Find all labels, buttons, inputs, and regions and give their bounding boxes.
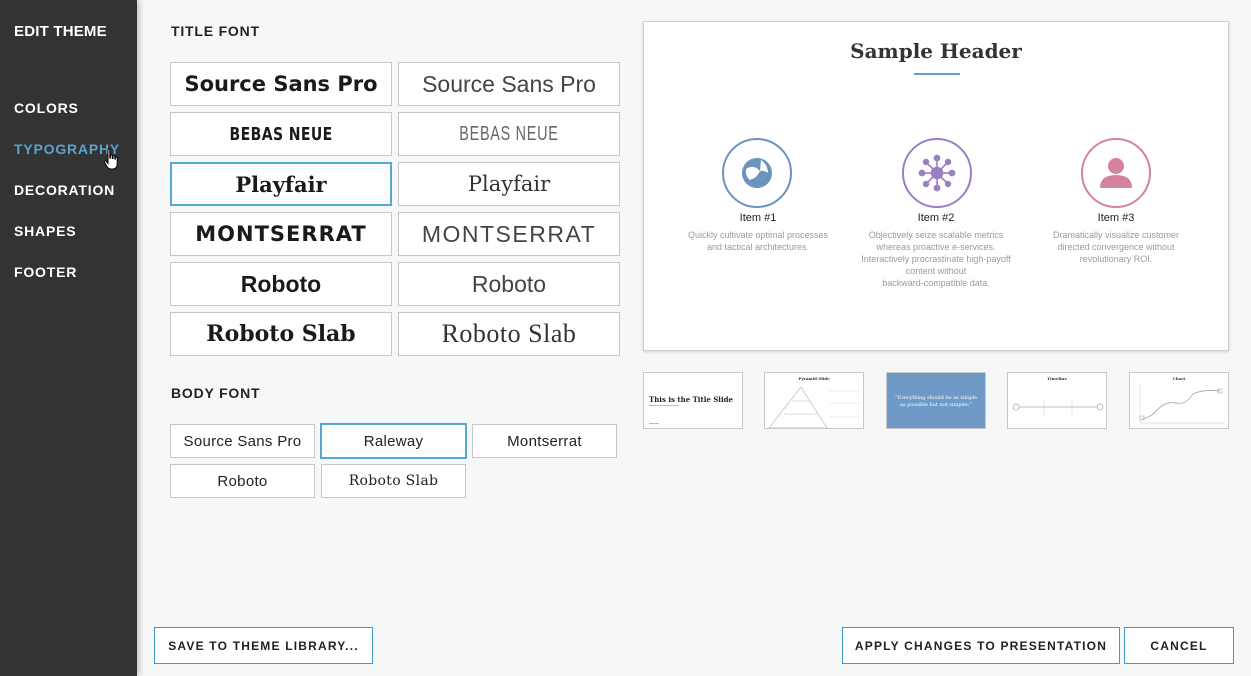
- desc-line: Interactively procrastinate high-payoff: [861, 254, 1011, 264]
- title-font-roboto-light[interactable]: Roboto: [398, 262, 620, 306]
- title-font-label: TITLE FONT: [171, 23, 260, 39]
- beach-ball-icon: [742, 158, 772, 188]
- title-font-bebas-bold[interactable]: BEBAS NEUE: [170, 112, 392, 156]
- desc-line: Objectively seize scalable metrics: [868, 230, 1004, 240]
- title-font-source-sans-bold[interactable]: Source Sans Pro: [170, 62, 392, 106]
- title-font-roboto-bold[interactable]: Roboto: [170, 262, 392, 306]
- thumbnail-quote-slide[interactable]: “Everything should be as simple as possi…: [886, 372, 986, 429]
- font-sample: Playfair: [235, 171, 327, 197]
- title-font-playfair-bold[interactable]: Playfair: [170, 162, 392, 206]
- font-sample: Roboto Slab: [206, 321, 356, 347]
- item-2-desc: Objectively seize scalable metrics where…: [841, 229, 1031, 289]
- font-sample: MONTSERRAT: [421, 220, 597, 247]
- font-sample: Playfair: [467, 172, 551, 196]
- apply-changes-button[interactable]: APPLY CHANGES TO PRESENTATION: [842, 627, 1120, 664]
- sidebar-title: EDIT THEME: [14, 23, 107, 40]
- thumbnail-timeline-slide[interactable]: Timeline: [1007, 372, 1107, 429]
- header-underline: [914, 73, 960, 75]
- font-sample: BEBAS NEUE: [229, 123, 333, 145]
- body-font-roboto-slab[interactable]: Roboto Slab: [321, 464, 466, 498]
- cancel-button[interactable]: CANCEL: [1124, 627, 1234, 664]
- font-sample: Roboto: [471, 270, 547, 297]
- font-sample: Source Sans Pro: [422, 70, 596, 97]
- font-sample: Roboto: [240, 270, 322, 297]
- body-font-roboto[interactable]: Roboto: [170, 464, 315, 498]
- font-sample: Source Sans Pro: [184, 72, 378, 96]
- thumb-title: This is the Title Slide: [649, 395, 733, 404]
- item-3-circle: [1081, 138, 1151, 208]
- thumb-footer: [649, 423, 659, 424]
- sidebar-item-decoration[interactable]: DECORATION: [14, 182, 115, 198]
- desc-line: backward-compatible data.: [882, 278, 990, 288]
- desc-line: Quickly cultivate optimal processes: [687, 230, 829, 240]
- font-sample: MONTSERRAT: [195, 222, 367, 246]
- item-2-label: Item #2: [917, 212, 955, 224]
- item-2-circle: [902, 138, 972, 208]
- desc-line: whereas proactive e-services.: [876, 242, 996, 252]
- preview-header: Sample Header: [850, 39, 1022, 63]
- item-1-desc: Quickly cultivate optimal processes and …: [666, 229, 850, 253]
- desc-line: content without: [905, 266, 967, 276]
- network-hub-icon: [918, 154, 956, 192]
- title-font-roboto-slab-bold[interactable]: Roboto Slab: [170, 312, 392, 356]
- save-to-theme-library-button[interactable]: SAVE TO THEME LIBRARY...: [154, 627, 373, 664]
- body-font-label: BODY FONT: [171, 385, 261, 401]
- person-icon: [1100, 158, 1132, 188]
- quote-line: “Everything should be as simple: [895, 395, 977, 401]
- desc-line: Dramatically visualize customer: [1052, 230, 1180, 240]
- font-sample: BEBAS NEUE: [459, 122, 559, 145]
- body-font-raleway[interactable]: Raleway: [320, 423, 467, 459]
- thumbnail-chart-slide[interactable]: Chart: [1129, 372, 1229, 429]
- thumb-quote: “Everything should be as simple as possi…: [887, 395, 985, 409]
- sidebar-item-colors[interactable]: COLORS: [14, 100, 79, 116]
- hand-cursor-icon: [103, 148, 118, 170]
- body-font-montserrat[interactable]: Montserrat: [472, 424, 617, 458]
- sidebar: EDIT THEME COLORS TYPOGRAPHY DECORATION …: [0, 0, 137, 676]
- item-3-label: Item #3: [1097, 212, 1135, 224]
- sidebar-item-footer[interactable]: FOOTER: [14, 264, 77, 280]
- thumbnail-title-slide[interactable]: This is the Title Slide: [643, 372, 743, 429]
- sidebar-item-shapes[interactable]: SHAPES: [14, 223, 76, 239]
- item-1-circle: [722, 138, 792, 208]
- body-font-source-sans[interactable]: Source Sans Pro: [170, 424, 315, 458]
- title-font-roboto-slab-light[interactable]: Roboto Slab: [398, 312, 620, 356]
- pyramid-graphic: [768, 386, 861, 428]
- chart-graphic: [1139, 385, 1225, 424]
- slide-preview: Sample Header Item #1 Quickly cultivate …: [643, 21, 1229, 351]
- thumbnail-pyramid-slide[interactable]: Pyramid Slide: [764, 372, 864, 429]
- quote-line: as possible but not simpler.”: [900, 402, 972, 408]
- timeline-graphic: [1012, 399, 1104, 415]
- desc-line: revolutionary ROI.: [1079, 254, 1153, 264]
- title-font-bebas-light[interactable]: BEBAS NEUE: [398, 112, 620, 156]
- desc-line: and tactical architectures.: [706, 242, 810, 252]
- item-1-label: Item #1: [739, 212, 777, 224]
- title-font-montserrat-bold[interactable]: MONTSERRAT: [170, 212, 392, 256]
- thumb-line: [649, 405, 679, 406]
- title-font-montserrat-light[interactable]: MONTSERRAT: [398, 212, 620, 256]
- title-font-playfair-light[interactable]: Playfair: [398, 162, 620, 206]
- title-font-source-sans-light[interactable]: Source Sans Pro: [398, 62, 620, 106]
- font-sample: Roboto Slab: [441, 319, 577, 348]
- desc-line: directed convergence without: [1057, 242, 1175, 252]
- item-3-desc: Dramatically visualize customer directed…: [1024, 229, 1208, 265]
